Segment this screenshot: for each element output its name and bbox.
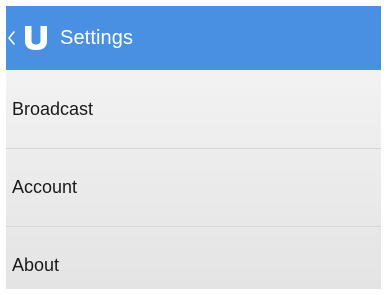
u-logo-icon (25, 26, 47, 50)
settings-item-label: Account (12, 177, 78, 197)
settings-item-label: About (12, 255, 60, 275)
chevron-left-icon (7, 26, 17, 50)
app-bar: Settings (6, 6, 381, 70)
page-title: Settings (60, 27, 134, 49)
settings-list: Broadcast Account About (6, 70, 381, 289)
settings-item-account[interactable]: Account (6, 148, 381, 226)
settings-screen: Settings Broadcast Account About (6, 6, 381, 289)
settings-item-label: Broadcast (12, 98, 94, 119)
settings-item-about[interactable]: About (6, 226, 381, 289)
settings-item-broadcast[interactable]: Broadcast (6, 70, 381, 148)
